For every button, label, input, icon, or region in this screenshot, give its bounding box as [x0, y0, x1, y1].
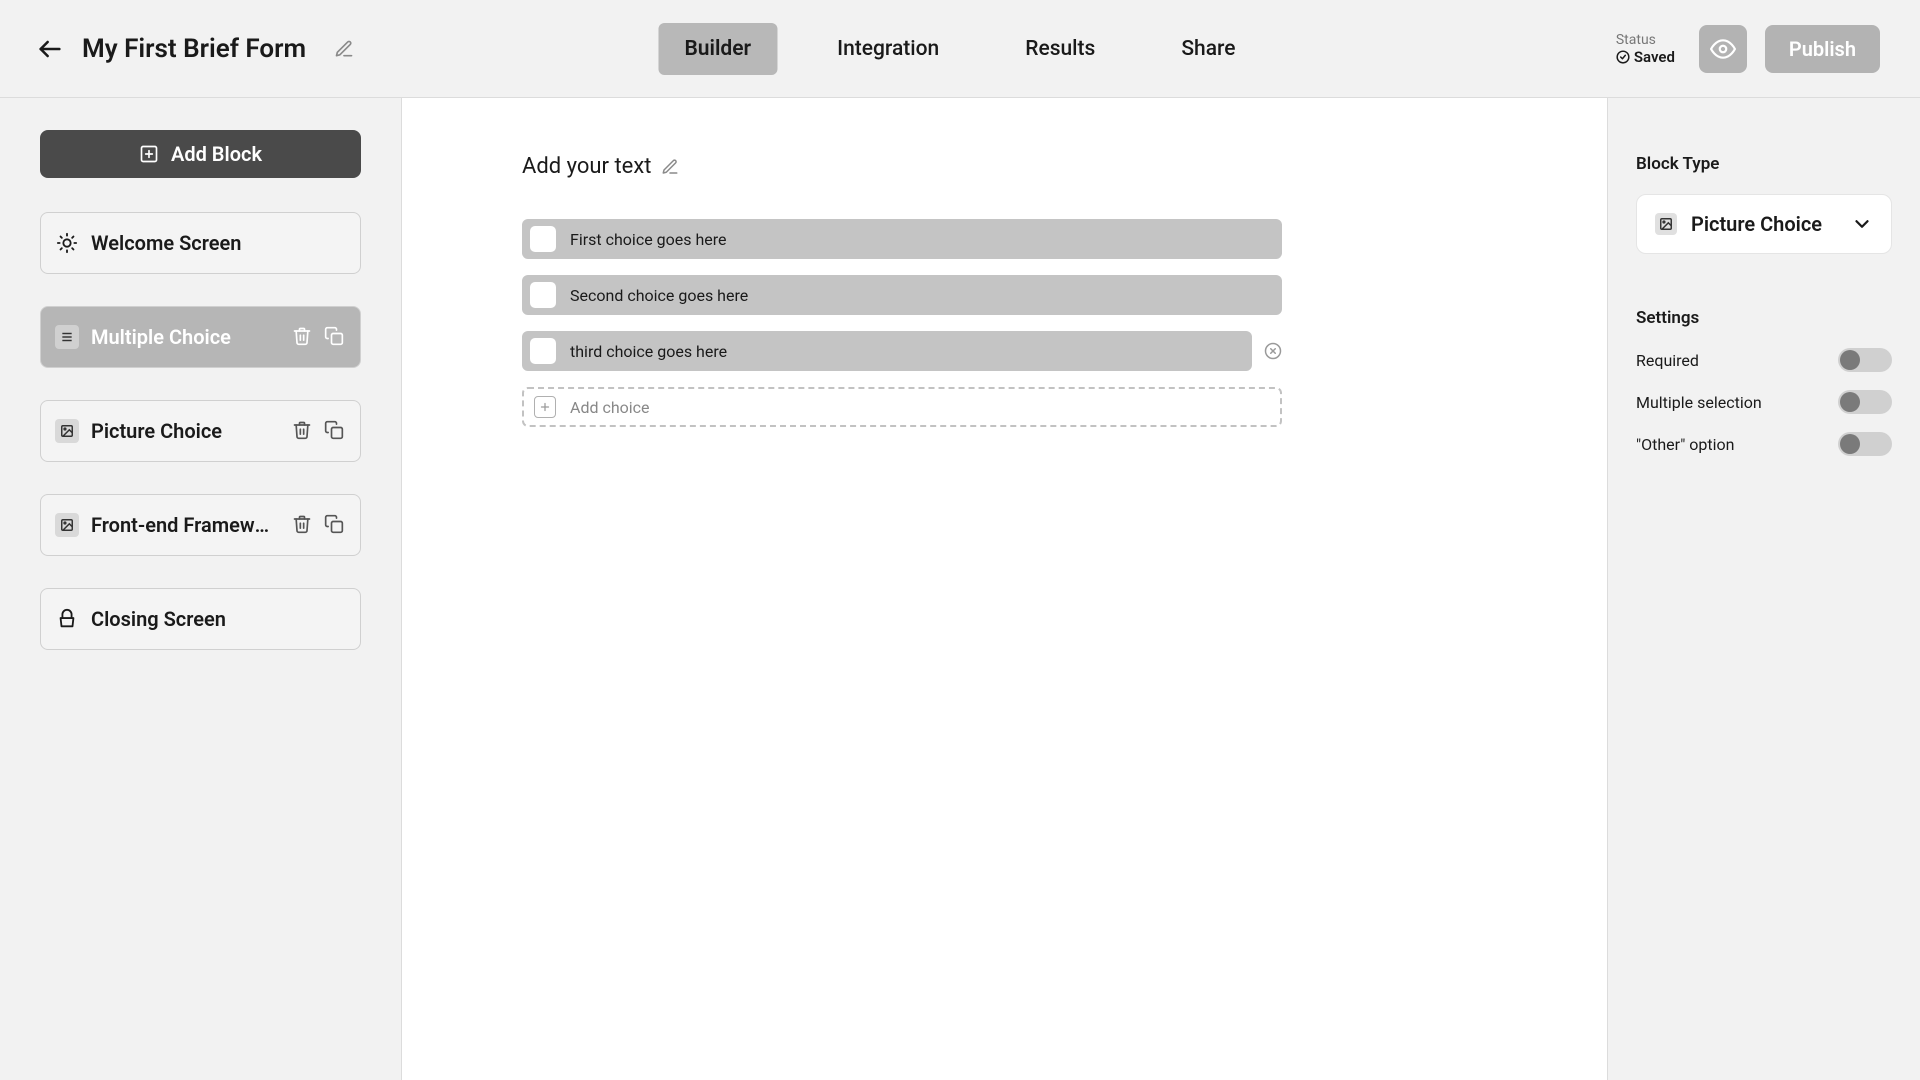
- copy-icon: [324, 514, 344, 534]
- toggle-multiple-selection[interactable]: [1838, 390, 1892, 414]
- block-label: Front-end Framework: [91, 513, 280, 537]
- back-button[interactable]: [36, 35, 64, 63]
- nav-results[interactable]: Results: [999, 23, 1121, 75]
- remove-choice-button[interactable]: [1264, 342, 1282, 360]
- setting-multiple-selection: Multiple selection: [1636, 390, 1892, 414]
- pencil-icon: [334, 39, 354, 59]
- sidebar: Add Block Welcome Screen Multiple Choice: [0, 98, 402, 1080]
- check-circle-icon: [1616, 50, 1630, 64]
- plus-square-icon: [534, 396, 556, 418]
- pencil-icon: [661, 158, 679, 176]
- arrow-left-icon: [36, 35, 64, 63]
- question-prompt-text: Add your text: [522, 154, 651, 179]
- copy-icon: [324, 420, 344, 440]
- choice-row: First choice goes here: [522, 219, 1282, 259]
- trash-icon: [292, 420, 312, 440]
- block-item-frontend-framework[interactable]: Front-end Framework: [40, 494, 361, 556]
- edit-title-button[interactable]: [334, 39, 354, 59]
- choice-checkbox[interactable]: [530, 282, 556, 308]
- choice-row: third choice goes here: [522, 331, 1282, 371]
- duplicate-block-button[interactable]: [324, 420, 346, 442]
- chevron-down-icon: [1851, 213, 1873, 235]
- block-type-heading: Block Type: [1636, 154, 1892, 174]
- nav-builder[interactable]: Builder: [658, 23, 777, 75]
- setting-label: "Other" option: [1636, 435, 1735, 454]
- add-choice-button[interactable]: Add choice: [522, 387, 1282, 427]
- image-icon: [1655, 213, 1677, 235]
- sun-icon: [55, 231, 79, 255]
- image-icon: [55, 513, 79, 537]
- block-item-picture-choice[interactable]: Picture Choice: [40, 400, 361, 462]
- setting-label: Required: [1636, 351, 1699, 370]
- status-label: Status: [1616, 32, 1656, 48]
- delete-block-button[interactable]: [292, 326, 314, 348]
- plus-square-icon: [139, 144, 159, 164]
- top-nav: Builder Integration Results Share: [658, 23, 1261, 75]
- block-label: Picture Choice: [91, 419, 280, 443]
- delete-block-button[interactable]: [292, 514, 314, 536]
- block-item-welcome[interactable]: Welcome Screen: [40, 212, 361, 274]
- eye-icon: [1710, 36, 1736, 62]
- add-block-button[interactable]: Add Block: [40, 130, 361, 178]
- block-item-closing[interactable]: Closing Screen: [40, 588, 361, 650]
- choice-item[interactable]: Second choice goes here: [522, 275, 1282, 315]
- choice-item[interactable]: third choice goes here: [522, 331, 1252, 371]
- delete-block-button[interactable]: [292, 420, 314, 442]
- choice-text: third choice goes here: [570, 342, 727, 361]
- add-choice-label: Add choice: [570, 398, 650, 417]
- question-prompt[interactable]: Add your text: [522, 154, 1487, 179]
- toggle-other-option[interactable]: [1838, 432, 1892, 456]
- image-icon: [55, 419, 79, 443]
- choice-text: First choice goes here: [570, 230, 727, 249]
- setting-other-option: "Other" option: [1636, 432, 1892, 456]
- status-value: Saved: [1634, 48, 1675, 66]
- list-icon: [55, 325, 79, 349]
- block-item-multiple-choice[interactable]: Multiple Choice: [40, 306, 361, 368]
- trash-icon: [292, 326, 312, 346]
- block-type-value: Picture Choice: [1691, 212, 1837, 236]
- publish-button[interactable]: Publish: [1765, 25, 1880, 73]
- block-type-select[interactable]: Picture Choice: [1636, 194, 1892, 254]
- x-circle-icon: [1264, 342, 1282, 360]
- nav-share[interactable]: Share: [1155, 23, 1261, 75]
- setting-label: Multiple selection: [1636, 393, 1762, 412]
- header: My First Brief Form Builder Integration …: [0, 0, 1920, 98]
- duplicate-block-button[interactable]: [324, 326, 346, 348]
- wave-icon: [55, 607, 79, 631]
- status: Status Saved: [1616, 32, 1675, 66]
- toggle-required[interactable]: [1838, 348, 1892, 372]
- right-panel: Block Type Picture Choice Settings Requi…: [1608, 98, 1920, 1080]
- trash-icon: [292, 514, 312, 534]
- canvas: Add your text First choice goes here Sec…: [402, 98, 1608, 1080]
- choice-checkbox[interactable]: [530, 338, 556, 364]
- preview-button[interactable]: [1699, 25, 1747, 73]
- choice-item[interactable]: First choice goes here: [522, 219, 1282, 259]
- block-label: Multiple Choice: [91, 325, 280, 349]
- nav-integration[interactable]: Integration: [811, 23, 965, 75]
- settings-heading: Settings: [1636, 308, 1892, 328]
- setting-required: Required: [1636, 348, 1892, 372]
- block-label: Closing Screen: [91, 607, 346, 631]
- choice-checkbox[interactable]: [530, 226, 556, 252]
- block-label: Welcome Screen: [91, 231, 346, 255]
- choice-row: Second choice goes here: [522, 275, 1282, 315]
- copy-icon: [324, 326, 344, 346]
- choice-text: Second choice goes here: [570, 286, 748, 305]
- add-block-label: Add Block: [171, 142, 262, 166]
- duplicate-block-button[interactable]: [324, 514, 346, 536]
- form-title: My First Brief Form: [82, 34, 306, 64]
